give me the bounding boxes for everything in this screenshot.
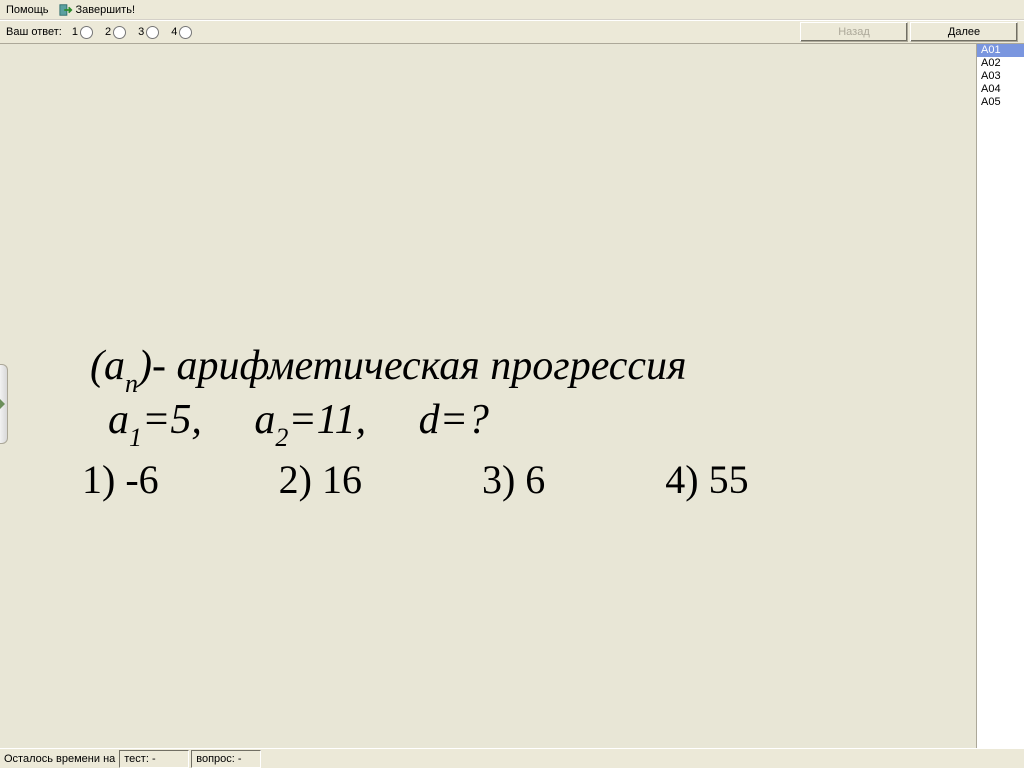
- answer-radio-3[interactable]: [146, 26, 159, 39]
- question-list-item-a04[interactable]: A04: [977, 83, 1024, 96]
- answer-display-1: 1) -6: [82, 456, 159, 503]
- q1-sub: n: [125, 369, 138, 398]
- answer-option-3[interactable]: 3: [138, 26, 159, 39]
- q2-a2sub: 2: [275, 423, 288, 452]
- side-handle[interactable]: [0, 364, 8, 444]
- answer-display-3: 3) 6: [482, 456, 545, 503]
- q1-pre: (a: [90, 343, 125, 389]
- question-list-item-a01[interactable]: A01: [977, 44, 1024, 57]
- answer-choices-display: 1) -6 2) 16 3) 6 4) 55: [82, 456, 902, 503]
- back-button[interactable]: Назад: [800, 22, 908, 42]
- menu-finish-label: Завершить!: [76, 4, 136, 16]
- answer-option-2[interactable]: 2: [105, 26, 126, 39]
- client-area: (an)- арифметическая прогрессия a1=5, a2…: [0, 44, 1024, 748]
- question-canvas: (an)- арифметическая прогрессия a1=5, a2…: [0, 44, 976, 748]
- q2-a1rest: =5,: [142, 397, 202, 443]
- q2-a1var: a: [108, 397, 129, 443]
- menu-help[interactable]: Помощь: [4, 3, 51, 17]
- answer-toolbar-label: Ваш ответ:: [6, 26, 62, 38]
- menu-help-label: Помощь: [6, 4, 49, 16]
- answer-option-4[interactable]: 4: [171, 26, 192, 39]
- answer-display-4: 4) 55: [665, 456, 748, 503]
- question-line-1: (an)- арифметическая прогрессия: [90, 342, 687, 395]
- menu-finish[interactable]: Завершить!: [57, 2, 138, 18]
- question-list: A01 A02 A03 A04 A05: [976, 44, 1024, 748]
- answer-radio-1[interactable]: [80, 26, 93, 39]
- next-button[interactable]: Далее: [910, 22, 1018, 42]
- answer-radio-4[interactable]: [179, 26, 192, 39]
- answer-option-1[interactable]: 1: [72, 26, 93, 39]
- q2-d: d=?: [419, 397, 489, 443]
- answer-radio-2[interactable]: [113, 26, 126, 39]
- answer-radio-group: 1 2 3 4: [72, 26, 193, 39]
- question-list-item-a05[interactable]: A05: [977, 96, 1024, 109]
- question-line-2: a1=5, a2=11, d=?: [108, 396, 489, 449]
- q1-post: )- арифметическая прогрессия: [138, 343, 687, 389]
- status-time-label: Осталось времени на: [0, 750, 119, 768]
- question-list-item-a03[interactable]: A03: [977, 70, 1024, 83]
- answer-option-4-label: 4: [171, 26, 177, 38]
- answer-option-3-label: 3: [138, 26, 144, 38]
- q2-a2var: a: [254, 397, 275, 443]
- status-question-value: вопрос: -: [191, 750, 261, 768]
- status-test-value: тест: -: [119, 750, 189, 768]
- exit-icon: [59, 3, 73, 17]
- answer-option-2-label: 2: [105, 26, 111, 38]
- question-list-item-a02[interactable]: A02: [977, 57, 1024, 70]
- answer-display-2: 2) 16: [279, 456, 362, 503]
- q2-a1sub: 1: [129, 423, 142, 452]
- menubar: Помощь Завершить!: [0, 0, 1024, 20]
- q2-a2rest: =11,: [288, 397, 366, 443]
- answer-option-1-label: 1: [72, 26, 78, 38]
- answer-toolbar: Ваш ответ: 1 2 3 4 Назад Далее: [0, 20, 1024, 44]
- statusbar: Осталось времени на тест: - вопрос: -: [0, 748, 1024, 768]
